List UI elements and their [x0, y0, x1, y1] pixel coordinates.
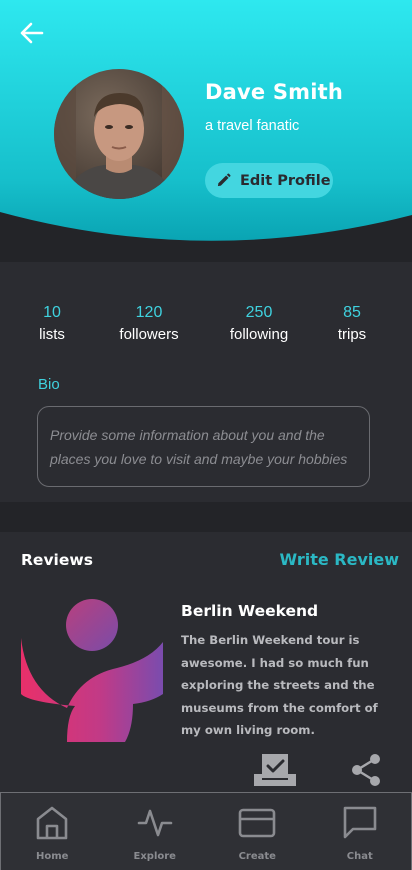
profile-stats: 10 lists 120 followers 250 following 85 …: [0, 262, 412, 502]
nav-label: Chat: [346, 851, 373, 862]
bio-field[interactable]: Provide some information about you and t…: [37, 406, 370, 487]
stat-lists[interactable]: 10 lists: [39, 304, 65, 343]
card-icon: [238, 808, 276, 838]
home-icon: [36, 806, 68, 840]
user-tagline: a travel fanatic: [205, 118, 300, 134]
nav-explore[interactable]: Explore: [104, 793, 207, 870]
user-name: Dave Smith: [205, 80, 344, 104]
nav-chat[interactable]: Chat: [309, 793, 412, 870]
stat-value: 120: [135, 304, 163, 321]
nav-label: Explore: [133, 851, 176, 862]
save-review-button[interactable]: [252, 752, 298, 788]
nav-home[interactable]: Home: [1, 793, 104, 870]
avatar-photo: [54, 69, 184, 199]
edit-profile-label: Edit Profile: [240, 172, 331, 189]
stat-label: following: [229, 326, 289, 343]
profile-screen: Dave Smith a travel fanatic Edit Profile…: [0, 0, 412, 870]
stat-value: 250: [245, 304, 273, 321]
bio-label: Bio: [38, 376, 60, 393]
nav-label: Create: [238, 851, 276, 862]
write-review-button[interactable]: Write Review: [279, 550, 399, 569]
avatar: [54, 69, 184, 199]
stat-followers[interactable]: 120 followers: [119, 304, 178, 343]
share-review-button[interactable]: [351, 753, 381, 787]
section-divider: [0, 502, 412, 532]
stat-following[interactable]: 250 following: [230, 304, 288, 343]
stat-label: trips: [337, 326, 367, 343]
review-logo-image: [21, 599, 163, 742]
chat-icon: [343, 806, 377, 839]
review-title: Berlin Weekend: [181, 602, 319, 620]
pencil-icon: [217, 173, 231, 187]
stat-label: lists: [39, 326, 65, 343]
arrow-left-icon: [20, 22, 44, 44]
share-icon: [352, 754, 380, 786]
activity-icon: [137, 809, 173, 837]
review-body: The Berlin Weekend tour is awesome. I ha…: [181, 633, 378, 737]
back-button[interactable]: [16, 18, 48, 48]
stat-value: 10: [43, 304, 61, 321]
save-icon: [254, 754, 296, 786]
reviews-section: Reviews Write Review Berlin Weekend The …: [0, 532, 412, 794]
stat-label: followers: [119, 326, 179, 343]
bottom-navigation: Home Explore Create Chat: [0, 792, 412, 870]
edit-profile-button[interactable]: Edit Profile: [205, 163, 333, 198]
profile-header: Dave Smith a travel fanatic Edit Profile: [0, 0, 412, 262]
stat-value: 85: [343, 304, 361, 321]
stat-trips[interactable]: 85 trips: [338, 304, 366, 343]
reviews-title: Reviews: [21, 551, 93, 569]
nav-label: Home: [36, 851, 69, 862]
nav-create[interactable]: Create: [206, 793, 309, 870]
